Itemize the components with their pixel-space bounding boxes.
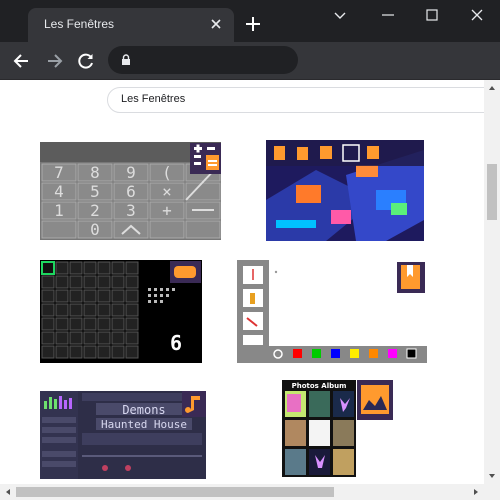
calc-key: + <box>162 201 172 220</box>
music-track-2: Haunted House <box>101 418 187 431</box>
tab-title: Les Fenêtres <box>44 17 115 31</box>
calc-key: ( <box>162 163 172 182</box>
close-tab-icon[interactable] <box>208 16 224 32</box>
game-thumbnail[interactable]: 6 <box>40 260 202 363</box>
calc-key: 9 <box>126 163 136 182</box>
vertical-scroll-thumb[interactable] <box>487 164 497 220</box>
close-window-icon[interactable] <box>467 6 487 24</box>
music-preview: Demons Haunted House <box>40 391 206 479</box>
paint-preview <box>237 260 427 363</box>
music-thumbnail[interactable]: Demons Haunted House <box>40 391 206 479</box>
scroll-right-icon[interactable] <box>468 484 484 500</box>
chevron-down-icon[interactable] <box>330 6 350 24</box>
page-viewport: 7 8 9 ( 4 5 6 × 1 2 3 + 0 <box>0 80 500 500</box>
browser-titlebar: Les Fenêtres <box>0 0 500 42</box>
calc-key: 8 <box>90 163 100 182</box>
photos-title: Photos Album <box>292 382 347 390</box>
calc-key: 3 <box>126 201 136 220</box>
calculator-thumbnail[interactable]: 7 8 9 ( 4 5 6 × 1 2 3 + 0 <box>40 142 221 240</box>
calc-key: × <box>162 182 172 201</box>
calculator-preview: 7 8 9 ( 4 5 6 × 1 2 3 + 0 <box>40 142 221 240</box>
image-editor-thumbnail[interactable] <box>266 140 424 241</box>
forward-arrow-icon[interactable] <box>44 51 64 71</box>
reload-icon[interactable] <box>76 51 96 71</box>
calc-key: 0 <box>90 220 100 239</box>
vertical-scrollbar[interactable] <box>484 80 500 484</box>
calc-key: 4 <box>54 182 64 201</box>
browser-toolbar <box>0 42 500 80</box>
game-preview: 6 <box>40 260 202 363</box>
calc-key: 5 <box>90 182 100 201</box>
horizontal-scrollbar[interactable] <box>0 484 500 500</box>
scroll-left-icon[interactable] <box>0 484 16 500</box>
address-bar[interactable] <box>108 46 298 74</box>
photos-thumbnail[interactable]: Photos Album <box>282 380 394 477</box>
horizontal-scroll-thumb[interactable] <box>16 487 334 497</box>
game-score: 6 <box>170 331 182 355</box>
lock-icon <box>122 54 130 65</box>
search-box[interactable] <box>107 87 497 113</box>
image-editor-preview <box>266 140 424 241</box>
search-input[interactable] <box>121 93 471 105</box>
calc-key: 7 <box>54 163 64 182</box>
photos-preview: Photos Album <box>282 380 394 477</box>
scroll-down-icon[interactable] <box>484 468 500 484</box>
maximize-icon[interactable] <box>422 6 442 24</box>
paint-thumbnail[interactable] <box>237 260 427 363</box>
calc-key: 1 <box>54 201 64 220</box>
minimize-icon[interactable] <box>378 6 398 24</box>
calc-key: 2 <box>90 201 100 220</box>
new-tab-icon[interactable] <box>244 15 262 33</box>
music-track-1: Demons <box>122 403 165 417</box>
back-arrow-icon[interactable] <box>12 51 32 71</box>
calc-key: 6 <box>126 182 136 201</box>
scroll-up-icon[interactable] <box>484 80 500 96</box>
browser-tab[interactable]: Les Fenêtres <box>28 8 234 42</box>
